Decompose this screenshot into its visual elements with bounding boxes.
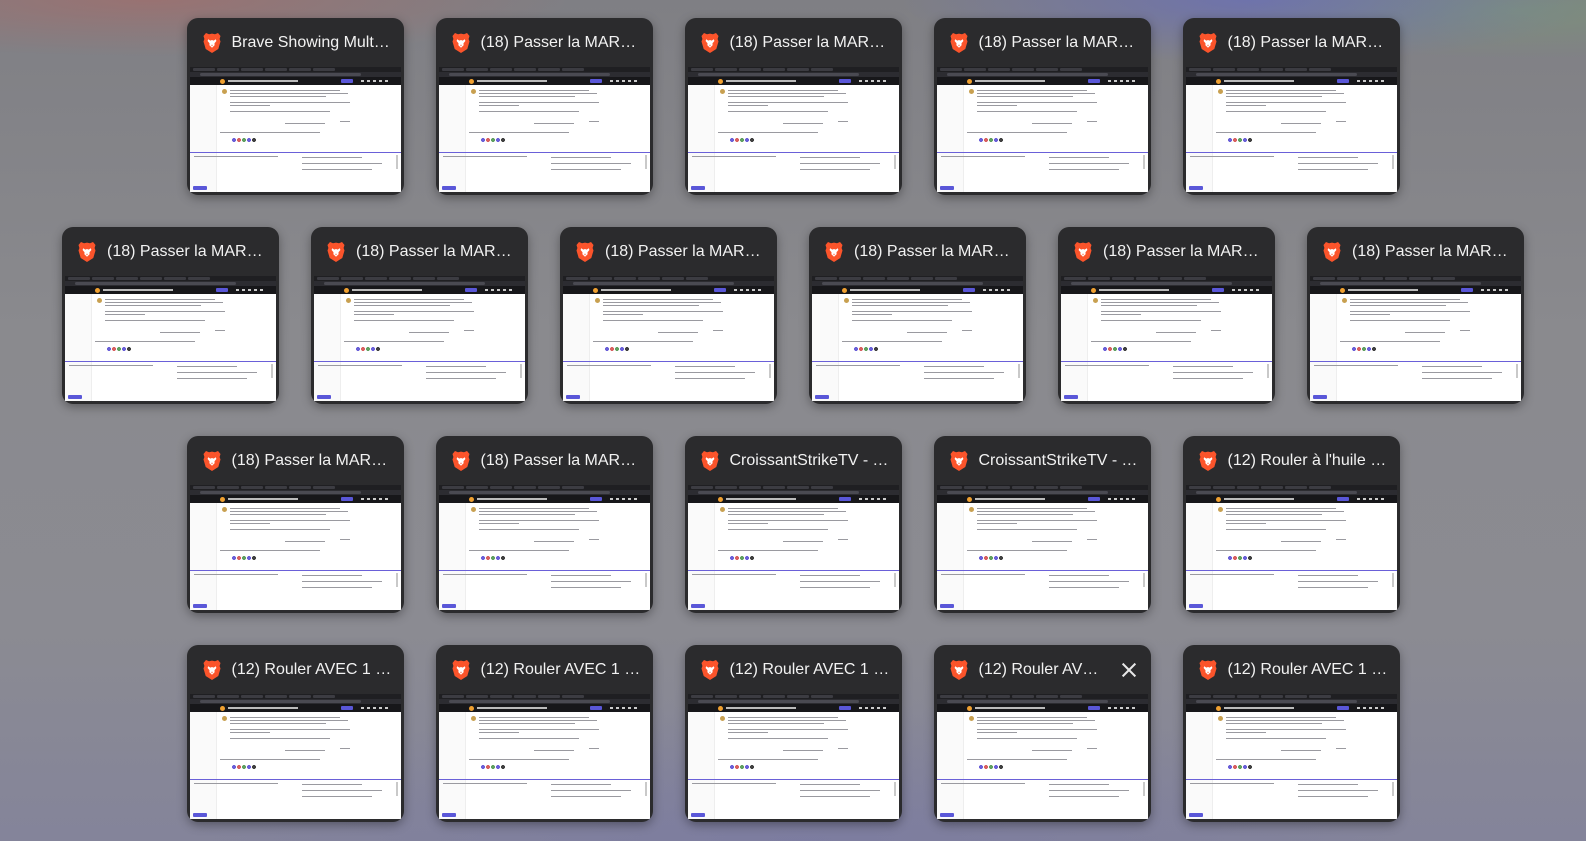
window-row: (12) Rouler AVEC 1 CY... (12) Rouler AVE… xyxy=(0,645,1586,822)
window-title: (18) Passer la MARCH... xyxy=(854,242,1014,260)
brave-lion-icon xyxy=(949,659,969,681)
window-preview xyxy=(687,694,899,819)
window-title: (18) Passer la MARCH... xyxy=(480,33,641,51)
brave-lion-icon xyxy=(451,450,471,472)
window-title: (12) Rouler AVEC 1 CY... xyxy=(480,660,641,678)
brave-lion-icon xyxy=(326,241,346,263)
window-thumbnail[interactable]: (18) Passer la MARCH... xyxy=(560,227,777,404)
window-thumbnail[interactable]: (12) Rouler AVEC 1 CY... xyxy=(186,645,404,822)
window-thumbnail[interactable]: CroissantStrikeTV - T... xyxy=(933,436,1151,613)
window-title: (18) Passer la MARCH... xyxy=(107,242,267,260)
window-overview: Brave Showing Multip... (18) Passer la M… xyxy=(0,0,1586,841)
window-thumbnail[interactable]: (18) Passer la MARCH... xyxy=(809,227,1026,404)
window-preview xyxy=(438,485,650,610)
brave-lion-icon xyxy=(1073,241,1093,263)
window-thumbnail[interactable]: (18) Passer la MARCH... xyxy=(1307,227,1524,404)
window-thumbnail[interactable]: CroissantStrikeTV - T... xyxy=(684,436,902,613)
window-thumbnail[interactable]: (18) Passer la MARCH... xyxy=(186,436,404,613)
window-preview xyxy=(563,276,774,401)
window-preview xyxy=(314,276,525,401)
window-thumbnail[interactable]: (18) Passer la MARCH... xyxy=(684,18,902,195)
window-thumbnail[interactable]: (12) Rouler AVEC... xyxy=(933,645,1151,822)
window-title: CroissantStrikeTV - T... xyxy=(978,451,1139,469)
window-thumbnail[interactable]: (18) Passer la MARCH... xyxy=(311,227,528,404)
window-thumbnail[interactable]: (18) Passer la MARCH... xyxy=(435,436,653,613)
brave-lion-icon xyxy=(202,450,222,472)
window-preview xyxy=(189,694,401,819)
window-title: (18) Passer la MARCH... xyxy=(1227,33,1388,51)
window-preview xyxy=(1310,276,1521,401)
brave-lion-icon xyxy=(1322,241,1342,263)
window-preview xyxy=(936,694,1148,819)
brave-lion-icon xyxy=(77,241,97,263)
window-thumbnail[interactable]: (12) Rouler AVEC 1 CY... xyxy=(435,645,653,822)
window-preview xyxy=(1185,485,1397,610)
window-thumbnail[interactable]: (18) Passer la MARCH... xyxy=(62,227,279,404)
window-title: (18) Passer la MARCH... xyxy=(1352,242,1512,260)
window-preview xyxy=(438,67,650,192)
window-title: (18) Passer la MARCH... xyxy=(356,242,516,260)
window-title: (12) Rouler à l'huile d'... xyxy=(1227,451,1388,469)
window-title: (12) Rouler AVEC 1 CY... xyxy=(231,660,392,678)
window-thumbnail[interactable]: (18) Passer la MARCH... xyxy=(933,18,1151,195)
window-preview xyxy=(812,276,1023,401)
brave-lion-icon xyxy=(949,32,969,54)
window-thumbnail[interactable]: (12) Rouler AVEC 1 CY... xyxy=(684,645,902,822)
window-title: (18) Passer la MARCH... xyxy=(1103,242,1263,260)
window-thumbnail[interactable]: (12) Rouler à l'huile d'... xyxy=(1182,436,1400,613)
brave-lion-icon xyxy=(451,32,471,54)
close-icon[interactable] xyxy=(1119,660,1139,680)
brave-lion-icon xyxy=(700,659,720,681)
window-title: (12) Rouler AVEC 1 CY... xyxy=(729,660,890,678)
window-title: (18) Passer la MARCH... xyxy=(729,33,890,51)
window-preview xyxy=(189,485,401,610)
window-title: (18) Passer la MARCH... xyxy=(480,451,641,469)
window-title: (12) Rouler AVEC 1 CY... xyxy=(1227,660,1388,678)
window-title: Brave Showing Multip... xyxy=(231,33,392,51)
brave-lion-icon xyxy=(1198,32,1218,54)
brave-lion-icon xyxy=(949,450,969,472)
window-thumbnail[interactable]: Brave Showing Multip... xyxy=(186,18,404,195)
brave-lion-icon xyxy=(451,659,471,681)
window-title: CroissantStrikeTV - T... xyxy=(729,451,890,469)
window-preview xyxy=(65,276,276,401)
window-row: (18) Passer la MARCH... (18) Passer la M… xyxy=(0,227,1586,404)
window-preview xyxy=(1185,67,1397,192)
window-preview xyxy=(189,67,401,192)
brave-lion-icon xyxy=(1198,450,1218,472)
brave-lion-icon xyxy=(1198,659,1218,681)
window-title: (18) Passer la MARCH... xyxy=(231,451,392,469)
window-thumbnail[interactable]: (18) Passer la MARCH... xyxy=(435,18,653,195)
window-title: (12) Rouler AVEC... xyxy=(978,660,1109,678)
window-thumbnail[interactable]: (12) Rouler AVEC 1 CY... xyxy=(1182,645,1400,822)
window-row: (18) Passer la MARCH... (18) Passer la M… xyxy=(0,436,1586,613)
window-thumbnail[interactable]: (18) Passer la MARCH... xyxy=(1058,227,1275,404)
brave-lion-icon xyxy=(700,450,720,472)
window-row: Brave Showing Multip... (18) Passer la M… xyxy=(0,18,1586,195)
brave-lion-icon xyxy=(700,32,720,54)
window-title: (18) Passer la MARCH... xyxy=(978,33,1139,51)
window-preview xyxy=(936,67,1148,192)
brave-lion-icon xyxy=(824,241,844,263)
brave-lion-icon xyxy=(575,241,595,263)
brave-lion-icon xyxy=(202,659,222,681)
window-preview xyxy=(687,67,899,192)
window-preview xyxy=(1185,694,1397,819)
window-title: (18) Passer la MARCH... xyxy=(605,242,765,260)
window-thumbnail[interactable]: (18) Passer la MARCH... xyxy=(1182,18,1400,195)
window-preview xyxy=(1061,276,1272,401)
window-preview xyxy=(687,485,899,610)
window-preview xyxy=(438,694,650,819)
window-preview xyxy=(936,485,1148,610)
brave-lion-icon xyxy=(202,32,222,54)
